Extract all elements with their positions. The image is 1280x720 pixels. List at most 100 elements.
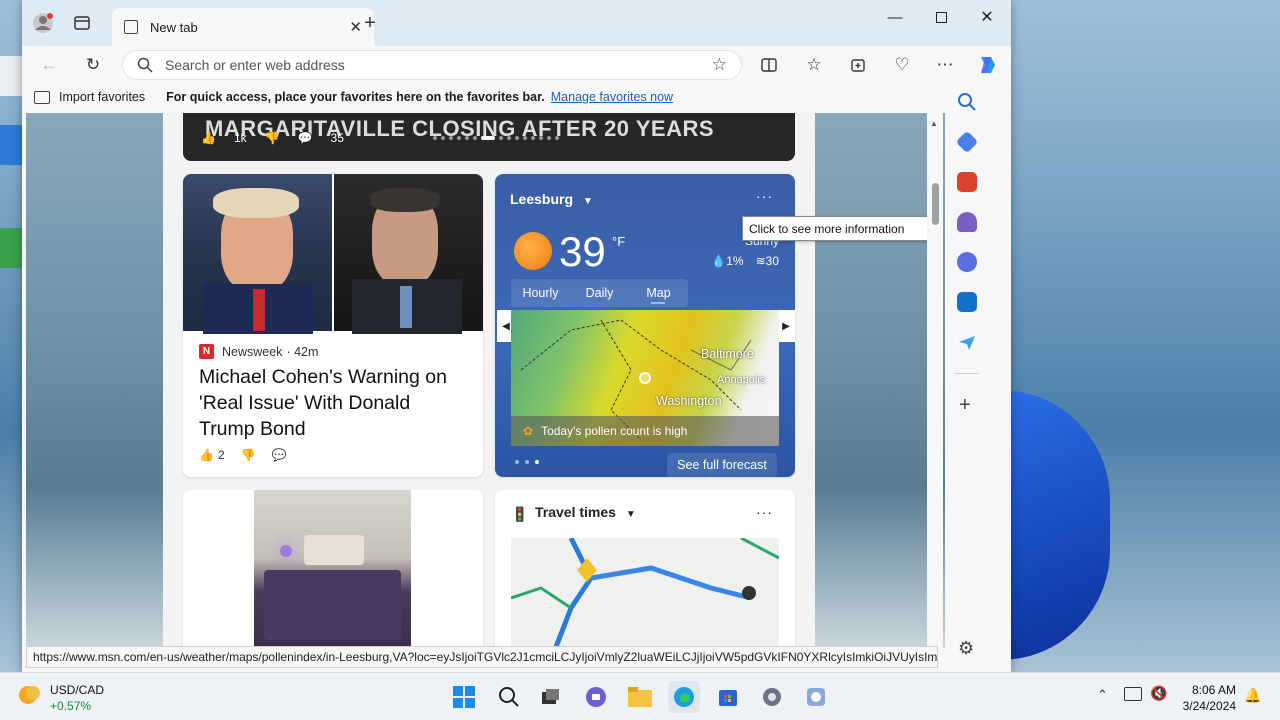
newsweek-logo-icon: N xyxy=(199,344,214,359)
page-scrollbar[interactable]: ▲ ▼ xyxy=(927,113,943,665)
map-next-arrow-icon[interactable]: ▶ xyxy=(777,310,795,342)
clock-time: 8:06 AM xyxy=(1191,683,1236,697)
taskbar: USD/CAD +0.57% ⌃ 🔇 8:06 AM 3/24/2024 🔔 xyxy=(0,672,1280,720)
start-button[interactable] xyxy=(448,681,480,713)
settings-gear-icon[interactable] xyxy=(756,681,788,713)
taskbar-search-icon[interactable] xyxy=(493,681,525,713)
top-story-likes: 1k xyxy=(233,131,247,145)
volume-muted-icon[interactable]: 🔇 xyxy=(1150,685,1167,702)
sidebar-outlook-icon[interactable] xyxy=(957,292,977,312)
toolbar: ← ↻ ☆ ☆ ♡ ⋯ xyxy=(22,46,1011,82)
clock[interactable]: 8:06 AM 3/24/2024 xyxy=(1183,682,1236,714)
dislike-icon[interactable]: 👎 xyxy=(241,448,256,462)
sidebar-tools-icon[interactable] xyxy=(957,172,977,192)
weather-location[interactable]: Leesburg ▼ xyxy=(510,191,593,207)
task-view-icon[interactable] xyxy=(534,681,566,713)
import-icon xyxy=(34,90,50,104)
favorites-bar: Import favorites For quick access, place… xyxy=(22,82,1011,112)
show-hidden-icons-chevron-up-icon[interactable]: ⌃ xyxy=(1097,687,1108,703)
tooltip: Click to see more information xyxy=(742,216,933,241)
pollen-banner[interactable]: ✿ Today's pollen count is high xyxy=(511,416,779,446)
network-icon[interactable] xyxy=(1124,687,1142,701)
favorites-icon[interactable]: ☆ xyxy=(801,52,827,78)
close-window-button[interactable]: ✕ xyxy=(964,6,1010,28)
status-bar-url: https://www.msn.com/en-us/weather/maps/p… xyxy=(26,646,938,668)
news-photo-right xyxy=(334,174,483,334)
pollen-icon: ✿ xyxy=(523,424,534,438)
minimize-button[interactable]: — xyxy=(872,6,918,28)
bedroom-photo xyxy=(254,490,411,648)
ticker-change: +0.57% xyxy=(50,699,92,713)
teams-chat-icon[interactable] xyxy=(580,681,612,713)
import-favorites-button[interactable]: Import favorites xyxy=(34,90,145,104)
desktop-icon-recycle-bin[interactable] xyxy=(0,56,24,96)
tab-map[interactable]: Map xyxy=(629,279,688,307)
workspaces-icon[interactable] xyxy=(67,8,97,38)
comment-icon[interactable]: 💬 xyxy=(298,131,313,145)
favorite-star-icon[interactable]: ☆ xyxy=(712,55,727,75)
precip-chance: 1% xyxy=(726,254,744,268)
news-headline[interactable]: Michael Cohen's Warning on 'Real Issue' … xyxy=(199,364,469,442)
location-pin-icon xyxy=(639,372,651,384)
app-icon[interactable] xyxy=(800,681,832,713)
tab-hourly[interactable]: Hourly xyxy=(511,279,570,307)
top-story-comments: 35 xyxy=(330,131,344,145)
wind-icon: ≋ xyxy=(755,254,766,268)
sidebar-search-icon[interactable] xyxy=(957,92,977,112)
traffic-light-icon: 🚦 xyxy=(511,506,529,522)
ticker-symbol: USD/CAD xyxy=(50,683,105,697)
collections-icon[interactable] xyxy=(845,52,871,78)
scrollbar-thumb[interactable] xyxy=(932,183,939,225)
map-city-washington: Washington xyxy=(656,394,722,408)
scroll-up-icon[interactable]: ▲ xyxy=(930,119,938,128)
comment-icon[interactable]: 💬 xyxy=(272,448,287,462)
split-screen-icon[interactable] xyxy=(756,52,782,78)
browser-essentials-icon[interactable]: ♡ xyxy=(889,52,915,78)
desktop-icon-edge[interactable] xyxy=(0,125,24,165)
edge-taskbar-icon[interactable] xyxy=(668,681,700,713)
address-bar[interactable]: ☆ xyxy=(122,50,742,80)
more-options-icon[interactable]: ··· xyxy=(756,504,773,520)
sidebar-games-icon[interactable] xyxy=(957,212,977,232)
travel-map[interactable] xyxy=(510,536,780,648)
sidebar-shopping-icon[interactable] xyxy=(955,130,979,154)
news-card[interactable]: N Newsweek · 42m Michael Cohen's Warning… xyxy=(183,174,483,477)
ticker[interactable]: USD/CAD +0.57% xyxy=(50,682,104,714)
desktop-icon-chrome[interactable] xyxy=(0,228,24,268)
profile-icon[interactable] xyxy=(28,8,58,38)
notification-icon[interactable]: 🔔 xyxy=(1244,687,1261,704)
weather-carousel-dots[interactable] xyxy=(515,460,539,464)
stock-widget[interactable] xyxy=(18,683,42,712)
new-tab-button[interactable]: + xyxy=(355,8,385,38)
travel-times-card[interactable]: 🚦 Travel times ▼ ··· xyxy=(495,490,795,648)
tab-new-tab[interactable]: New tab ✕ xyxy=(112,8,374,46)
refresh-icon[interactable]: ↻ xyxy=(80,52,106,78)
more-options-icon[interactable]: ··· xyxy=(756,188,773,204)
dislike-icon[interactable]: 👎 xyxy=(265,131,280,145)
like-icon[interactable]: 👍 xyxy=(201,131,216,145)
settings-more-icon[interactable]: ⋯ xyxy=(932,52,958,78)
pollen-map[interactable]: Baltimore Annapolis Washington ✿ Today's… xyxy=(511,310,779,446)
top-story-card[interactable]: MARGARITAVILLE CLOSING AFTER 20 YEARS 👍 … xyxy=(183,113,795,161)
copilot-icon[interactable] xyxy=(975,52,1001,78)
file-explorer-icon[interactable] xyxy=(624,681,656,713)
photo-news-card[interactable] xyxy=(183,490,483,648)
address-input[interactable] xyxy=(165,57,712,73)
manage-favorites-link[interactable]: Manage favorites now xyxy=(551,90,673,104)
browser-window: New tab ✕ + — ✕ ← ↻ ☆ ☆ ♡ ⋯ xyxy=(22,0,1011,672)
travel-times-title[interactable]: Travel times ▼ xyxy=(535,504,636,520)
tab-daily[interactable]: Daily xyxy=(570,279,629,307)
sidebar-settings-gear-icon[interactable]: ⚙ xyxy=(958,638,974,659)
tab-title: New tab xyxy=(150,19,198,35)
maximize-button[interactable] xyxy=(918,6,964,28)
carousel-dots[interactable] xyxy=(433,136,559,140)
wallpaper-bloom xyxy=(1000,390,1110,660)
back-arrow-icon[interactable]: ← xyxy=(36,52,62,78)
like-icon[interactable]: 👍 xyxy=(199,448,214,462)
sidebar-drop-icon[interactable] xyxy=(957,332,977,352)
sidebar-add-icon[interactable]: + xyxy=(959,394,971,417)
store-icon[interactable] xyxy=(712,681,744,713)
map-city-baltimore: Baltimore xyxy=(701,347,754,361)
see-full-forecast-button[interactable]: See full forecast xyxy=(667,453,777,477)
sidebar-microsoft365-icon[interactable] xyxy=(957,252,977,272)
